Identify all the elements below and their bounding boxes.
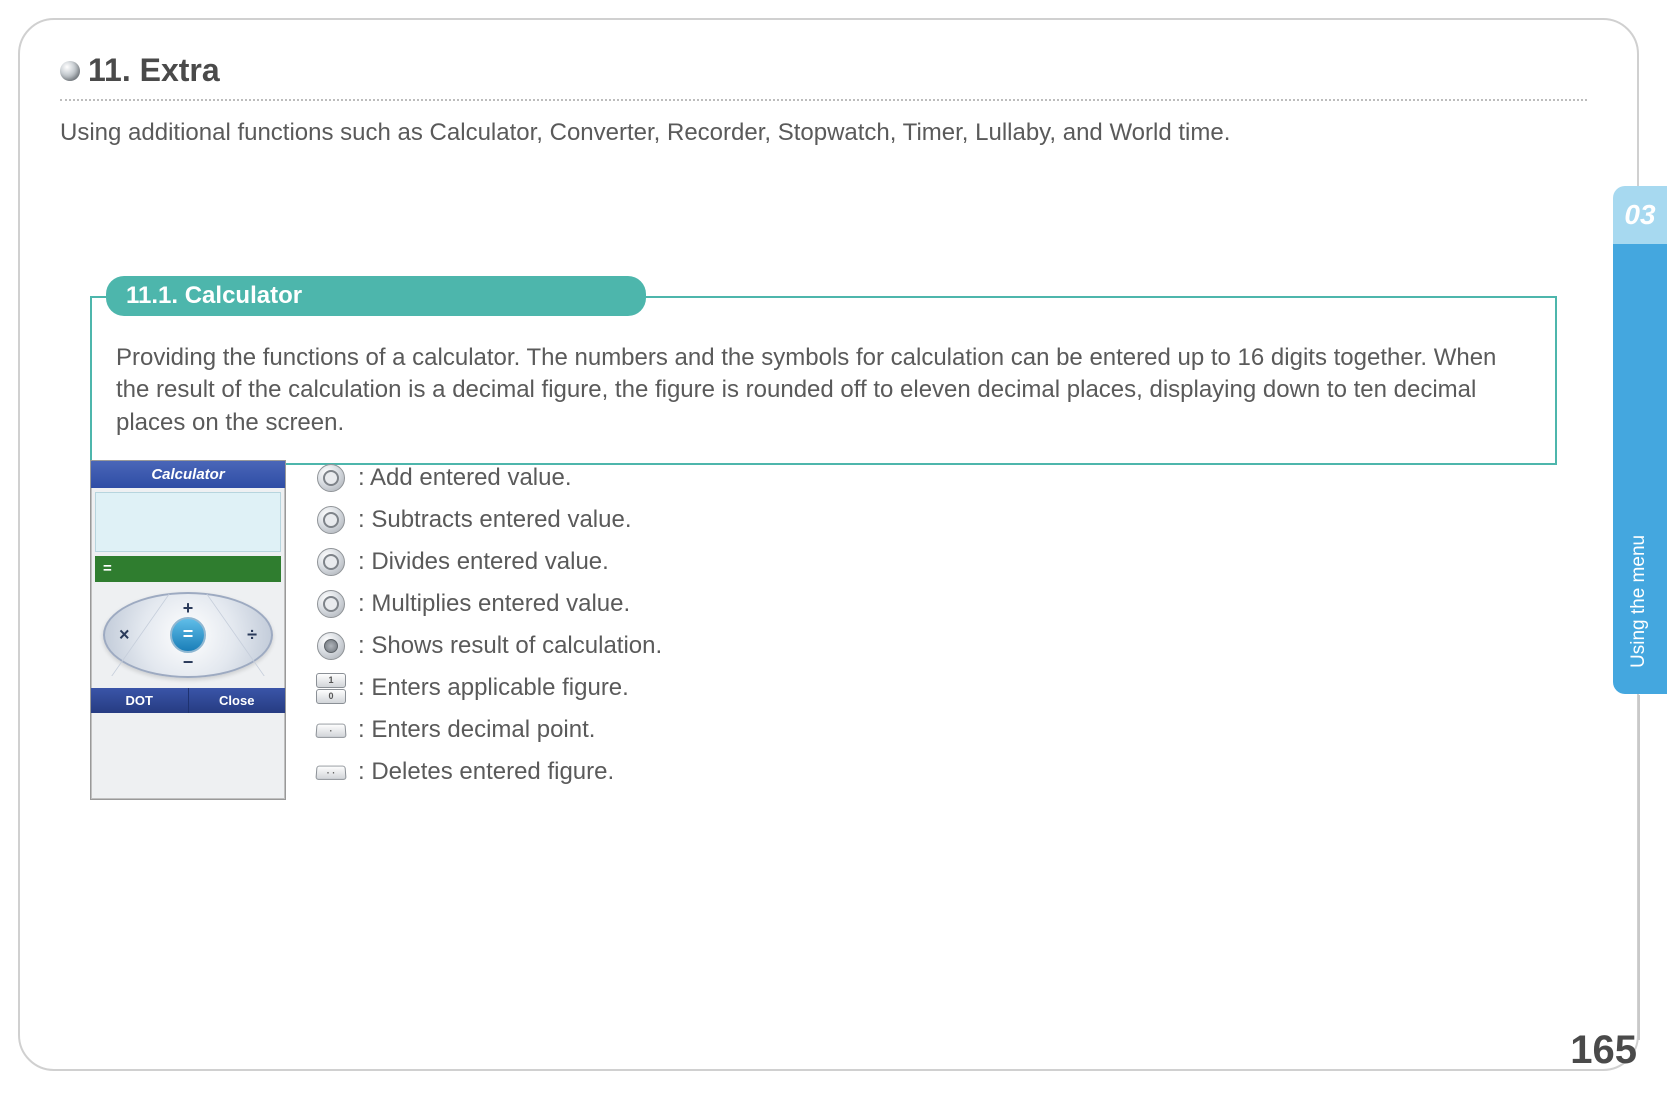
key-0: 0	[316, 689, 346, 704]
calc-dpad: + − × ÷ =	[103, 592, 273, 678]
legend-text: : Enters applicable figure.	[358, 674, 629, 702]
legend-text: : Add entered value.	[358, 464, 572, 492]
nav-right-icon	[316, 548, 346, 576]
page-title: 11. Extra	[88, 52, 220, 89]
page-header: 11. Extra Using additional functions suc…	[60, 52, 1587, 147]
legend-row-add: : Add entered value.	[316, 464, 662, 492]
page-frame: 11. Extra Using additional functions suc…	[18, 18, 1639, 1071]
ok-key-icon	[316, 632, 346, 660]
key-1: 1	[316, 673, 346, 688]
calc-dpad-wrap: + − × ÷ =	[91, 586, 285, 688]
header-title-row: 11. Extra	[60, 52, 1587, 89]
content-row: Calculator = + − × ÷ = DOT Close : Add e	[90, 460, 1557, 800]
legend-row-delete: · · : Deletes entered figure.	[316, 758, 662, 786]
side-chapter-tab: 03 Using the menu	[1613, 186, 1667, 694]
legend-text: : Enters decimal point.	[358, 716, 595, 744]
legend-text: : Multiplies entered value.	[358, 590, 630, 618]
legend-row-result: : Shows result of calculation.	[316, 632, 662, 660]
legend-row-decimal: · : Enters decimal point.	[316, 716, 662, 744]
chapter-label: Using the menu	[1628, 528, 1650, 668]
softkey-right: Close	[189, 688, 286, 713]
section-body: Providing the functions of a calculator.…	[116, 342, 1531, 439]
calc-equals-bar: =	[95, 556, 281, 582]
legend-text: : Subtracts entered value.	[358, 506, 632, 534]
legend-text: : Shows result of calculation.	[358, 632, 662, 660]
side-vertical-line	[1638, 695, 1640, 1040]
dpad-divide: ÷	[247, 625, 257, 646]
calculator-mockup: Calculator = + − × ÷ = DOT Close	[90, 460, 286, 800]
legend-row-figure: 1 0 : Enters applicable figure.	[316, 674, 662, 702]
legend-text: : Deletes entered figure.	[358, 758, 614, 786]
calc-softkeys: DOT Close	[91, 688, 285, 713]
calc-title: Calculator	[91, 461, 285, 488]
nav-left-icon	[316, 590, 346, 618]
intro-text: Using additional functions such as Calcu…	[60, 119, 1587, 147]
legend-row-subtract: : Subtracts entered value.	[316, 506, 662, 534]
legend-row-divide: : Divides entered value.	[316, 548, 662, 576]
chapter-number: 03	[1613, 186, 1667, 244]
dpad-plus: +	[183, 598, 194, 619]
dpad-minus: −	[183, 652, 194, 673]
bullet-icon	[60, 61, 80, 81]
dpad-times: ×	[119, 625, 130, 646]
section-tab: 11.1. Calculator	[106, 276, 646, 316]
chapter-tab-body: Using the menu	[1613, 244, 1667, 694]
clear-key-icon: · ·	[316, 758, 346, 786]
section-box: 11.1. Calculator Providing the functions…	[90, 296, 1557, 465]
divider-dotted	[60, 99, 1587, 101]
star-key-icon: ·	[316, 716, 346, 744]
dpad-center: =	[170, 617, 206, 653]
number-keys-icon: 1 0	[316, 674, 346, 702]
softkey-left: DOT	[91, 688, 189, 713]
legend-row-multiply: : Multiplies entered value.	[316, 590, 662, 618]
page-number: 165	[1570, 1028, 1637, 1073]
legend-list: : Add entered value. : Subtracts entered…	[316, 464, 662, 800]
legend-text: : Divides entered value.	[358, 548, 609, 576]
nav-up-icon	[316, 464, 346, 492]
nav-down-icon	[316, 506, 346, 534]
calc-display	[95, 492, 281, 552]
